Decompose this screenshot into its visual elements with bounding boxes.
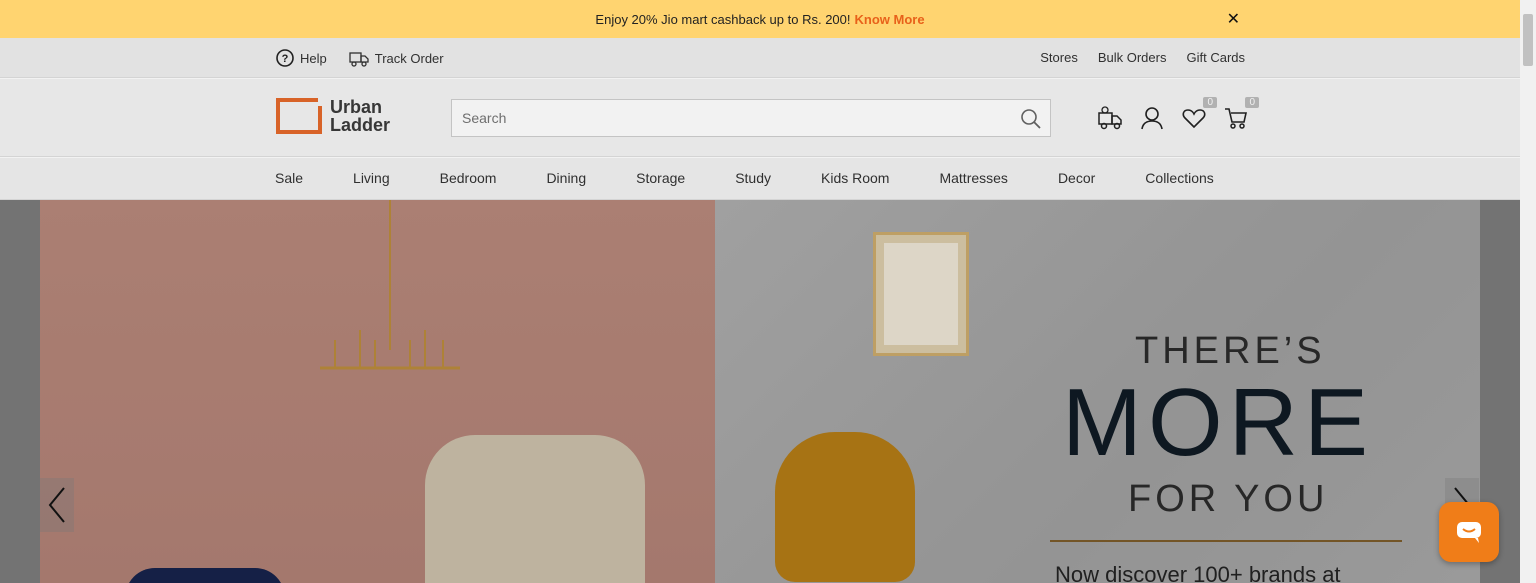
svg-text:?: ? (282, 53, 289, 65)
cart-button[interactable]: 0 (1223, 97, 1259, 131)
utility-bar: ? Help Track Order Stores Bulk Orders Gi… (0, 38, 1520, 78)
nav-item-mattresses[interactable]: Mattresses (939, 170, 1007, 186)
search-box (451, 99, 1051, 137)
nav-item-decor[interactable]: Decor (1058, 170, 1095, 186)
hero-heading-line-3: FOR YOU (1128, 478, 1329, 520)
track-order-link[interactable]: Track Order (349, 49, 444, 67)
nav-item-living[interactable]: Living (353, 170, 390, 186)
scrollbar-thumb[interactable] (1523, 14, 1533, 66)
category-nav: Sale Living Bedroom Dining Storage Study… (0, 158, 1520, 200)
logo[interactable]: Urban Ladder (276, 98, 390, 134)
nav-item-study[interactable]: Study (735, 170, 771, 186)
nav-item-bedroom[interactable]: Bedroom (440, 170, 497, 186)
stores-link[interactable]: Stores (1040, 50, 1078, 65)
help-icon: ? (276, 49, 294, 67)
logo-mark (276, 98, 322, 134)
cart-icon (1225, 108, 1247, 129)
nav-item-dining[interactable]: Dining (546, 170, 586, 186)
page: Enjoy 20% Jio mart cashback up to Rs. 20… (0, 0, 1536, 583)
gift-cards-link[interactable]: Gift Cards (1186, 50, 1245, 65)
nav-item-collections[interactable]: Collections (1145, 170, 1213, 186)
logo-text: Urban Ladder (330, 98, 390, 134)
wall-art-frame (873, 232, 969, 356)
floral-armchair-illustration (425, 435, 645, 583)
bulk-orders-link[interactable]: Bulk Orders (1098, 50, 1167, 65)
close-icon[interactable]: ✕ (1227, 9, 1240, 29)
hero-banner[interactable]: THERE’S MORE FOR YOU Now discover 100+ b… (0, 200, 1520, 583)
truck-icon (349, 52, 369, 67)
profile-button[interactable] (1139, 105, 1165, 131)
logo-line-1: Urban (330, 97, 383, 117)
truck-icon (1098, 106, 1122, 130)
search-icon[interactable] (1020, 108, 1042, 130)
nav-item-sale[interactable]: Sale (275, 170, 303, 186)
chandelier-illustration (320, 200, 460, 370)
help-label: Help (300, 50, 327, 66)
page-scrollbar[interactable] (1520, 0, 1536, 583)
track-order-label: Track Order (374, 50, 444, 66)
help-link[interactable]: ? Help (276, 49, 327, 67)
hero-heading-line-2: MORE (1062, 369, 1374, 476)
search-input[interactable] (462, 110, 1002, 126)
chat-button[interactable] (1439, 502, 1499, 562)
hero-subtitle: Now discover 100+ brands at (1055, 562, 1341, 583)
promo-text: Enjoy 20% Jio mart cashback up to Rs. 20… (595, 11, 851, 27)
hero-heading-line-1: THERE’S (1135, 330, 1326, 372)
wishlist-button[interactable]: 0 (1181, 97, 1217, 131)
nav-item-kids-room[interactable]: Kids Room (821, 170, 889, 186)
cart-count-badge: 0 (1245, 97, 1259, 108)
logo-line-2: Ladder (330, 115, 391, 135)
chat-icon (1457, 522, 1481, 543)
chevron-left-icon (48, 487, 65, 523)
promo-bar: Enjoy 20% Jio mart cashback up to Rs. 20… (0, 0, 1520, 38)
hero-divider (1050, 540, 1402, 542)
user-icon (1141, 107, 1163, 130)
heart-icon (1182, 109, 1206, 129)
know-more-link[interactable]: Know More (855, 12, 925, 27)
carousel-prev-button[interactable] (40, 478, 74, 532)
track-order-icon-button[interactable] (1097, 105, 1123, 131)
yellow-chair-illustration (775, 432, 915, 582)
sofa-illustration (125, 568, 285, 583)
wishlist-count-badge: 0 (1203, 97, 1217, 108)
main-header: Urban Ladder 0 0 (0, 79, 1520, 157)
nav-item-storage[interactable]: Storage (636, 170, 685, 186)
